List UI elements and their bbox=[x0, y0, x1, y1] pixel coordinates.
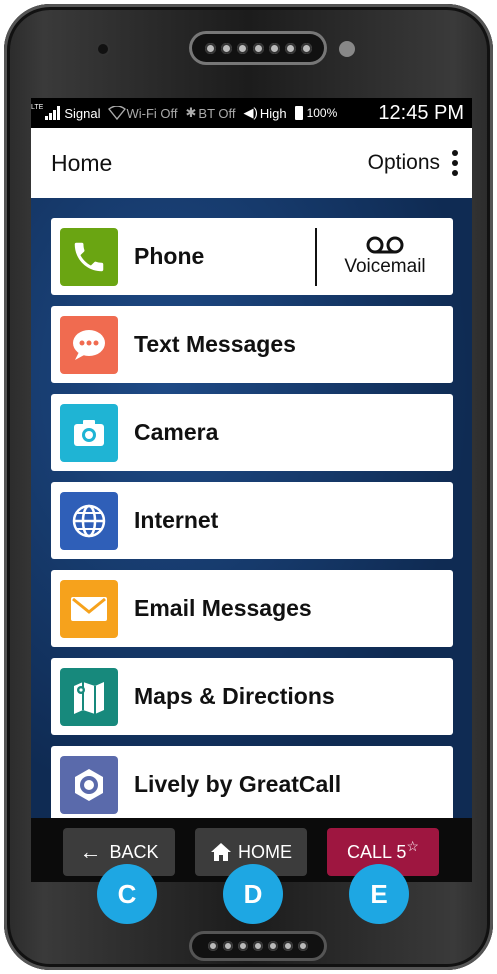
list-item-label: Maps & Directions bbox=[134, 683, 335, 709]
wifi-label: Wi-Fi Off bbox=[126, 105, 178, 121]
battery-icon bbox=[294, 106, 303, 120]
star-icon: ☆ bbox=[406, 837, 419, 854]
screen: LTE Signal Wi-Fi Off ✱ BT Off ◀) High 10… bbox=[31, 98, 472, 882]
bluetooth-indicator: ✱ BT Off bbox=[186, 105, 236, 121]
envelope-icon bbox=[60, 579, 118, 638]
volume-indicator: ◀) High bbox=[244, 105, 287, 121]
options-menu-button[interactable]: Options bbox=[368, 150, 458, 176]
signal-indicator: LTE Signal bbox=[31, 103, 101, 121]
call-label: CALL 5 bbox=[347, 841, 407, 862]
list-item-label: Text Messages bbox=[134, 331, 296, 357]
battery-indicator: 100% bbox=[294, 106, 338, 120]
list-item-internet[interactable]: Internet bbox=[51, 482, 453, 559]
front-camera bbox=[98, 44, 108, 54]
phone-icon bbox=[60, 227, 118, 286]
callout-e: E bbox=[349, 864, 409, 924]
proximity-sensor bbox=[339, 41, 355, 57]
globe-icon bbox=[60, 491, 118, 550]
voicemail-icon bbox=[366, 236, 404, 253]
lively-icon bbox=[60, 755, 118, 814]
bluetooth-label: BT Off bbox=[198, 105, 236, 121]
volume-icon: ◀) bbox=[243, 105, 258, 120]
list-item-email-messages[interactable]: Email Messages bbox=[51, 570, 453, 647]
list-item-phone[interactable]: Phone Voicemail bbox=[51, 218, 453, 295]
volume-label: High bbox=[259, 105, 287, 121]
home-label: HOME bbox=[238, 841, 292, 862]
app-list: Phone Voicemail Text Messages Camera Int… bbox=[31, 198, 472, 823]
home-icon bbox=[211, 843, 231, 861]
clock: 12:45 PM bbox=[378, 101, 464, 124]
bluetooth-icon: ✱ bbox=[185, 105, 197, 120]
map-icon bbox=[60, 667, 118, 726]
chat-bubble-icon bbox=[60, 315, 118, 374]
kebab-menu-icon bbox=[452, 150, 458, 176]
list-item-maps-directions[interactable]: Maps & Directions bbox=[51, 658, 453, 735]
wifi-icon bbox=[108, 106, 127, 120]
bottom-speaker bbox=[192, 934, 324, 958]
callout-d: D bbox=[223, 864, 283, 924]
list-item-lively-by-greatcall[interactable]: Lively by GreatCall bbox=[51, 746, 453, 823]
status-bar: LTE Signal Wi-Fi Off ✱ BT Off ◀) High 10… bbox=[31, 98, 472, 128]
page-title: Home bbox=[51, 149, 113, 176]
list-item-label: Camera bbox=[134, 419, 219, 445]
app-bar: Home Options bbox=[31, 128, 472, 198]
callout-c: C bbox=[97, 864, 157, 924]
list-item-label: Lively by GreatCall bbox=[134, 771, 342, 797]
voicemail-label: Voicemail bbox=[344, 255, 426, 277]
voicemail-button[interactable]: Voicemail bbox=[315, 227, 453, 286]
network-type: LTE bbox=[31, 103, 44, 111]
list-item-text-messages[interactable]: Text Messages bbox=[51, 306, 453, 383]
earpiece-speaker bbox=[192, 34, 324, 62]
list-item-label: Phone bbox=[134, 243, 205, 269]
options-label: Options bbox=[367, 151, 440, 174]
back-arrow-icon: ← bbox=[79, 839, 102, 864]
signal-bars-icon bbox=[45, 106, 61, 120]
camera-icon bbox=[60, 403, 118, 462]
battery-label: 100% bbox=[306, 106, 338, 120]
list-item-label: Internet bbox=[134, 507, 219, 533]
signal-label: Signal bbox=[64, 105, 101, 121]
list-item-camera[interactable]: Camera bbox=[51, 394, 453, 471]
list-item-label: Email Messages bbox=[134, 595, 312, 621]
wifi-indicator: Wi-Fi Off bbox=[108, 105, 178, 121]
back-label: BACK bbox=[109, 841, 159, 862]
